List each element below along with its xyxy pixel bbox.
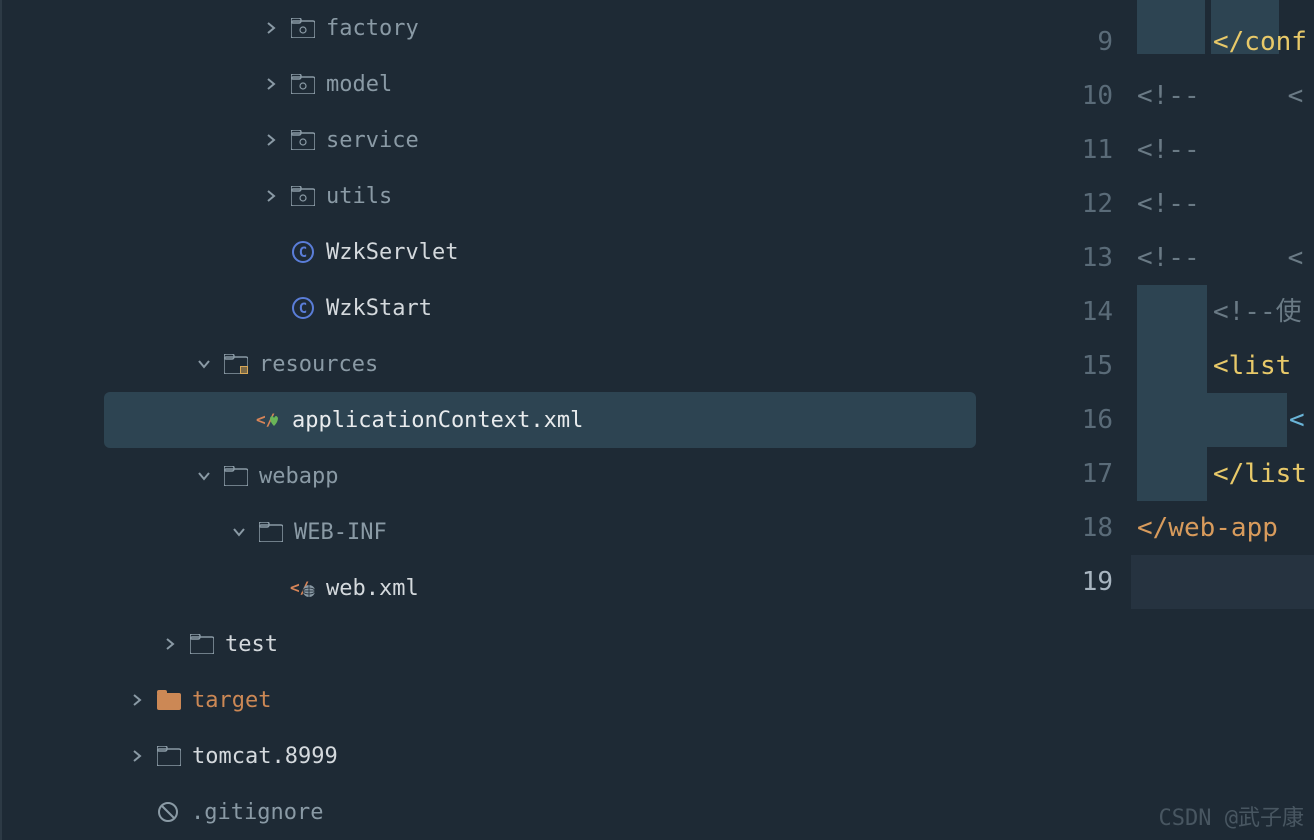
- tree-item-wzkstart[interactable]: C WzkStart: [2, 280, 1001, 336]
- code-line: <!--: [1131, 123, 1314, 177]
- chevron-down-icon: [195, 467, 213, 485]
- tree-label: webapp: [259, 464, 338, 489]
- tree-item-wzkservlet[interactable]: C WzkServlet: [2, 224, 1001, 280]
- tree-item-gitignore[interactable]: .gitignore: [2, 784, 1001, 840]
- tree-item-service[interactable]: service: [2, 112, 1001, 168]
- code-line: </web-app: [1131, 501, 1314, 555]
- tree-label: service: [326, 128, 419, 153]
- tree-label: WzkServlet: [326, 240, 458, 265]
- svg-text:C: C: [299, 301, 307, 317]
- target-folder-icon: [156, 687, 182, 713]
- chevron-right-icon: [128, 747, 146, 765]
- line-number: 15: [1001, 339, 1113, 393]
- tree-item-tomcat[interactable]: tomcat.8999: [2, 728, 1001, 784]
- tree-item-webxml[interactable]: </ web.xml: [2, 560, 1001, 616]
- watermark: CSDN @武子康: [1159, 800, 1304, 832]
- chevron-right-icon: [262, 131, 280, 149]
- code-line: <!--<: [1131, 231, 1314, 285]
- tree-label: WEB-INF: [294, 520, 387, 545]
- tree-label: utils: [326, 184, 392, 209]
- tree-item-factory[interactable]: factory: [2, 0, 1001, 56]
- code-line: </list: [1131, 447, 1314, 501]
- folder-icon: [223, 463, 249, 489]
- tree-label: target: [192, 688, 271, 713]
- tree-item-resources[interactable]: resources: [2, 336, 1001, 392]
- spring-xml-icon: </: [256, 407, 282, 433]
- package-folder-icon: [290, 127, 316, 153]
- chevron-right-icon: [262, 75, 280, 93]
- folder-icon: [258, 519, 284, 545]
- code-line: <!--<: [1131, 69, 1314, 123]
- line-gutter: 9 10 11 12 13 14 15 16 17 18 19: [1001, 0, 1131, 840]
- ignore-file-icon: [155, 799, 181, 825]
- line-number: 13: [1001, 231, 1113, 285]
- line-number: 14: [1001, 285, 1113, 339]
- package-folder-icon: [290, 183, 316, 209]
- tree-label: web.xml: [326, 576, 419, 601]
- chevron-right-icon: [161, 635, 179, 653]
- chevron-down-icon: [195, 355, 213, 373]
- tree-label: resources: [259, 352, 378, 377]
- project-tree: factory model service utils C WzkServlet…: [0, 0, 1001, 840]
- tree-label: applicationContext.xml: [292, 408, 583, 433]
- tree-item-applicationcontext[interactable]: </ applicationContext.xml: [104, 392, 976, 448]
- tree-item-utils[interactable]: utils: [2, 168, 1001, 224]
- line-number: 18: [1001, 501, 1113, 555]
- code-line: <list: [1131, 339, 1314, 393]
- tree-item-webinf[interactable]: WEB-INF: [2, 504, 1001, 560]
- tree-label: factory: [326, 16, 419, 41]
- line-number: 19: [1001, 555, 1113, 609]
- line-number: 17: [1001, 447, 1113, 501]
- chevron-right-icon: [262, 187, 280, 205]
- tree-label: WzkStart: [326, 296, 432, 321]
- line-number: 12: [1001, 177, 1113, 231]
- chevron-right-icon: [128, 691, 146, 709]
- line-number: 16: [1001, 393, 1113, 447]
- tree-label: .gitignore: [191, 800, 323, 825]
- folder-icon: [156, 743, 182, 769]
- tree-item-target[interactable]: target: [2, 672, 1001, 728]
- web-xml-icon: </: [290, 575, 316, 601]
- tree-item-test[interactable]: test: [2, 616, 1001, 672]
- code-line: <!--: [1131, 177, 1314, 231]
- code-editor[interactable]: 9 10 11 12 13 14 15 16 17 18 19 </conf <…: [1001, 0, 1314, 840]
- code-line: <: [1131, 393, 1314, 447]
- tree-item-model[interactable]: model: [2, 56, 1001, 112]
- line-number: 10: [1001, 69, 1113, 123]
- java-class-icon: C: [290, 239, 316, 265]
- folder-icon: [189, 631, 215, 657]
- resources-folder-icon: [223, 351, 249, 377]
- package-folder-icon: [290, 15, 316, 41]
- java-class-icon: C: [290, 295, 316, 321]
- line-number: 11: [1001, 123, 1113, 177]
- line-number: 9: [1001, 15, 1113, 69]
- code-line-current: [1131, 555, 1314, 609]
- package-folder-icon: [290, 71, 316, 97]
- code-area[interactable]: </conf <!--< <!-- <!-- <!--< <!--使 <list…: [1131, 0, 1314, 840]
- tree-label: tomcat.8999: [192, 744, 338, 769]
- svg-text:C: C: [299, 245, 307, 261]
- tree-label: test: [225, 632, 278, 657]
- code-line: </conf: [1131, 15, 1314, 69]
- tree-item-webapp[interactable]: webapp: [2, 448, 1001, 504]
- chevron-down-icon: [230, 523, 248, 541]
- tree-label: model: [326, 72, 392, 97]
- chevron-right-icon: [262, 19, 280, 37]
- code-line: <!--使: [1131, 285, 1314, 339]
